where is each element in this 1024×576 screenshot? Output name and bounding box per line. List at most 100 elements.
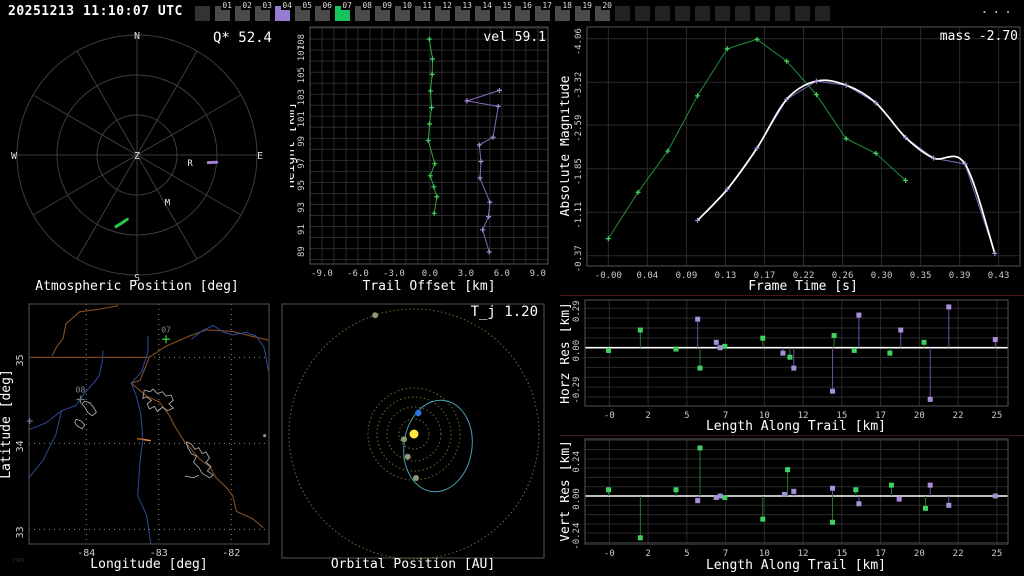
svg-text:-82: -82 <box>222 548 240 559</box>
panel-separator <box>560 295 1024 296</box>
station-toggle-16[interactable]: 16 <box>515 1 533 23</box>
station-toggle-04[interactable]: 04 <box>275 1 293 23</box>
station-toggle[interactable] <box>715 1 730 23</box>
station-toggle-18[interactable]: 18 <box>555 1 573 23</box>
meteor-analysis-app: 20251213 11:10:07 UTC 01 02 03 04 05 06 07 08 09… <box>0 0 1024 576</box>
station-square <box>715 6 730 21</box>
svg-text:25: 25 <box>991 411 1002 421</box>
svg-text:Q* 52.4: Q* 52.4 <box>213 30 272 46</box>
svg-text:Vert Res [km]: Vert Res [km] <box>560 440 573 542</box>
svg-text:93: 93 <box>297 202 307 213</box>
station-number: 19 <box>581 1 593 10</box>
svg-text:-0.29: -0.29 <box>572 377 582 404</box>
svg-text:89: 89 <box>297 246 307 257</box>
svg-text:Latitude [deg]: Latitude [deg] <box>0 369 14 479</box>
svg-text:Z: Z <box>134 151 140 162</box>
grid <box>585 300 1008 406</box>
station-toggle-19[interactable]: 19 <box>575 1 593 23</box>
station-toggle-08[interactable]: 08 <box>355 1 373 23</box>
ground-map-chart: 0708-84 -83 -82333435Longitude [deg]Latitu… <box>0 303 270 572</box>
svg-text:R: R <box>187 159 193 169</box>
station-toggle[interactable] <box>795 1 810 23</box>
series-station-07 <box>425 36 440 216</box>
station-toggle-20[interactable]: 20 <box>595 1 613 23</box>
svg-text:5: 5 <box>684 549 689 559</box>
svg-text:25: 25 <box>991 549 1002 559</box>
station-number: 20 <box>601 1 613 10</box>
fit-curve <box>696 79 996 254</box>
svg-text:20: 20 <box>914 411 925 421</box>
station-toggle-09[interactable]: 09 <box>375 1 393 23</box>
svg-text:91: 91 <box>297 224 307 235</box>
series-station-04 <box>695 78 998 256</box>
station-toggle-11[interactable]: 11 <box>415 1 433 23</box>
station-number: 08 <box>361 1 373 10</box>
overflow-menu[interactable]: ... <box>981 2 1016 17</box>
station-toggle[interactable] <box>655 1 670 23</box>
station-toggle-01[interactable]: 01 <box>215 1 233 23</box>
svg-text:105: 105 <box>297 67 307 83</box>
svg-text:0.29: 0.29 <box>572 300 582 322</box>
svg-text:N: N <box>134 31 140 42</box>
grid <box>587 27 1020 266</box>
map-station-07: 07 <box>161 325 171 344</box>
station-toggle[interactable] <box>755 1 770 23</box>
station-toggle-02[interactable]: 02 <box>235 1 253 23</box>
svg-text:0.00: 0.00 <box>572 340 582 362</box>
station-toggle-17[interactable]: 17 <box>535 1 553 23</box>
station-toggle[interactable] <box>695 1 710 23</box>
watermark: rms <box>12 556 25 564</box>
station-toggle-13[interactable]: 13 <box>455 1 473 23</box>
urban-areas <box>74 388 214 479</box>
svg-text:-0.24: -0.24 <box>572 523 582 550</box>
svg-text:-3.0: -3.0 <box>383 269 405 279</box>
state-borders <box>29 305 269 529</box>
station-square <box>775 6 790 21</box>
station-square <box>795 6 810 21</box>
map-grid <box>29 304 269 544</box>
svg-text:9.0: 9.0 <box>530 269 546 279</box>
station-square <box>755 6 770 21</box>
station-number: 14 <box>481 1 493 10</box>
grid <box>310 27 548 264</box>
svg-text:20: 20 <box>914 549 925 559</box>
station-toggle[interactable] <box>635 1 650 23</box>
svg-text:Trail Offset [km]: Trail Offset [km] <box>362 279 495 294</box>
station-toggle[interactable] <box>815 1 830 23</box>
sun <box>409 429 419 439</box>
station-toggle-10[interactable]: 10 <box>395 1 413 23</box>
station-strip: 01 02 03 04 05 06 07 08 09 10 11 12 13 14 15 16 17 18 19 20 <box>195 1 835 23</box>
svg-text:-3.32: -3.32 <box>574 72 584 99</box>
svg-text:Height [km]: Height [km] <box>290 102 298 188</box>
station-toggle-14[interactable]: 14 <box>475 1 493 23</box>
svg-text:103: 103 <box>297 89 307 105</box>
svg-text:5: 5 <box>684 411 689 421</box>
station-toggle[interactable] <box>735 1 750 23</box>
map-mark <box>26 417 33 424</box>
station-toggle-07[interactable]: 07 <box>335 1 353 23</box>
svg-text:-6.0: -6.0 <box>347 269 369 279</box>
svg-text:2: 2 <box>645 549 650 559</box>
station-toggle[interactable] <box>195 1 210 23</box>
atmospheric-position-chart: NSEW ZRMQ* 52.4Atmospheric Position [deg] <box>11 30 272 294</box>
station-toggle[interactable] <box>775 1 790 23</box>
panel-separator <box>560 435 1024 436</box>
timestamp: 20251213 11:10:07 UTC <box>8 4 183 19</box>
station-toggle-05[interactable]: 05 <box>295 1 313 23</box>
station-number: 16 <box>521 1 533 10</box>
trail-offset-chart: -9.0 -6.0 -3.0 0.0 3.0 6.0 9.01081071051031019… <box>290 26 549 294</box>
svg-text:0.04: 0.04 <box>637 271 659 281</box>
station-number: 10 <box>401 1 413 10</box>
grid <box>585 439 1008 544</box>
svg-text:97: 97 <box>297 158 307 169</box>
station-number: 09 <box>381 1 393 10</box>
svg-text:-0.00: -0.00 <box>595 271 622 281</box>
station-toggle[interactable] <box>675 1 690 23</box>
svg-text:-0: -0 <box>604 411 615 421</box>
station-toggle-06[interactable]: 06 <box>315 1 333 23</box>
planet-venus <box>404 453 411 460</box>
station-toggle-15[interactable]: 15 <box>495 1 513 23</box>
station-toggle[interactable] <box>615 1 630 23</box>
station-toggle-12[interactable]: 12 <box>435 1 453 23</box>
station-toggle-03[interactable]: 03 <box>255 1 273 23</box>
